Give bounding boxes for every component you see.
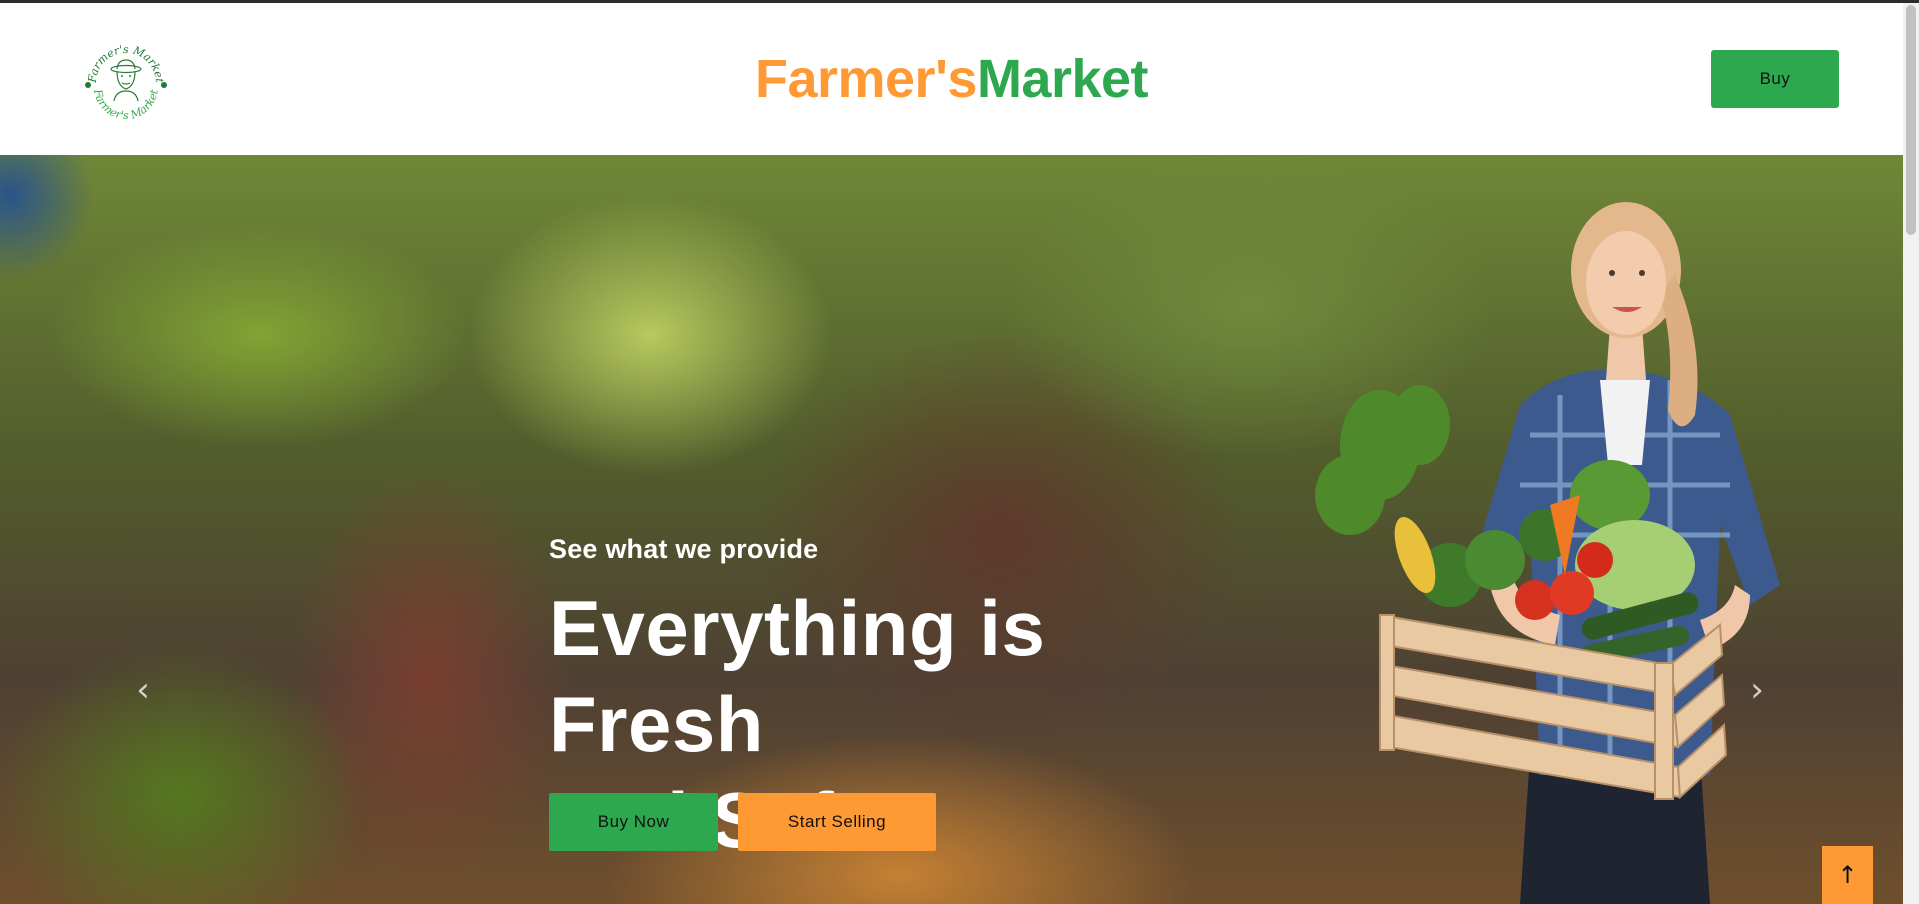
page-scrollbar[interactable]	[1903, 3, 1919, 904]
scrollbar-thumb[interactable]	[1906, 5, 1916, 235]
hero-subtitle: See what we provide	[549, 534, 819, 564]
back-to-top-icon[interactable]: ↑	[1822, 846, 1873, 904]
site-header: Farmer's Market Farmer's Market Farmer's…	[0, 3, 1903, 155]
carousel-next-icon[interactable]: ›	[1742, 670, 1772, 710]
brand-title-part2: Market	[976, 49, 1149, 109]
hero-title-line1: Everything is Fresh	[549, 584, 1046, 768]
buy-button[interactable]: Buy	[1711, 50, 1839, 108]
farmer-woman-image	[1315, 202, 1780, 904]
start-selling-button[interactable]: Start Selling	[738, 793, 936, 851]
hero-carousel: ‹ › See what we provide Everything is Fr…	[0, 155, 1903, 904]
brand-title[interactable]: Farmer'sMarket	[0, 48, 1903, 110]
buy-now-button[interactable]: Buy Now	[549, 793, 718, 851]
carousel-prev-icon[interactable]: ‹	[128, 670, 158, 710]
brand-title-part1: Farmer's	[754, 49, 977, 109]
page-viewport: Farmer's Market Farmer's Market Farmer's…	[0, 3, 1903, 904]
